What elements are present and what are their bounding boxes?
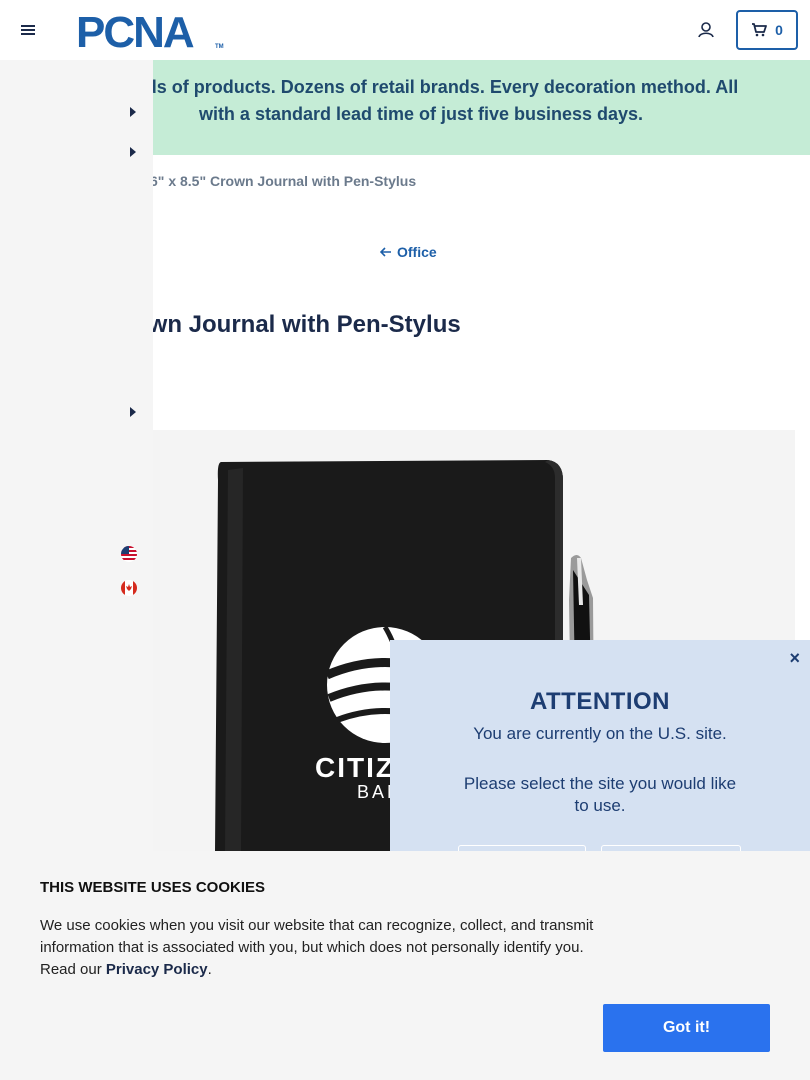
cart-icon [752,23,767,37]
attention-message: You are currently on the U.S. site. [473,724,727,743]
back-to-office-link[interactable]: Office [380,244,437,260]
close-icon[interactable]: × [789,648,800,669]
privacy-policy-link[interactable]: Privacy Policy [106,961,208,978]
breadcrumb[interactable]: 6" x 8.5" Crown Journal with Pen-Stylus [150,173,416,189]
accept-cookies-button[interactable]: Got it! [603,1004,770,1052]
canada-flag-icon[interactable] [121,580,137,596]
site-header: PCNA TM 0 [0,0,810,60]
us-flag-icon[interactable] [121,546,137,562]
journal-logo-text: CITIZ [315,752,395,783]
caret-right-icon[interactable] [130,147,136,157]
cookie-period: . [207,961,212,978]
cookie-text: We use cookies when you visit our websit… [40,915,610,981]
logo-trademark: TM [215,44,224,50]
cart-button[interactable]: 0 [736,10,798,50]
cart-count: 0 [775,22,783,38]
attention-instruction: Please select the site you would like to… [463,774,737,815]
banner-line-1: usands of products. Dozens of retail bra… [103,77,739,97]
back-link-label: Office [397,244,437,260]
cookie-banner: THIS WEBSITE USES COOKIES We use cookies… [0,851,810,1080]
banner-line-2: with a standard lead time of just five b… [198,104,644,124]
attention-title: ATTENTION [529,688,671,715]
cookie-title: THIS WEBSITE USES COOKIES [40,879,266,896]
pcna-logo[interactable]: PCNA TM [76,10,226,52]
hamburger-menu-icon[interactable] [20,22,36,38]
caret-right-icon[interactable] [130,107,136,117]
logo-text: PCNA [76,10,194,52]
arrow-left-icon [380,247,391,257]
user-icon[interactable] [696,20,716,40]
page-title: own Journal with Pen-Stylus [134,311,461,338]
caret-right-icon[interactable] [130,407,136,417]
site-selection-popup: × ATTENTION You are currently on the U.S… [390,640,810,855]
